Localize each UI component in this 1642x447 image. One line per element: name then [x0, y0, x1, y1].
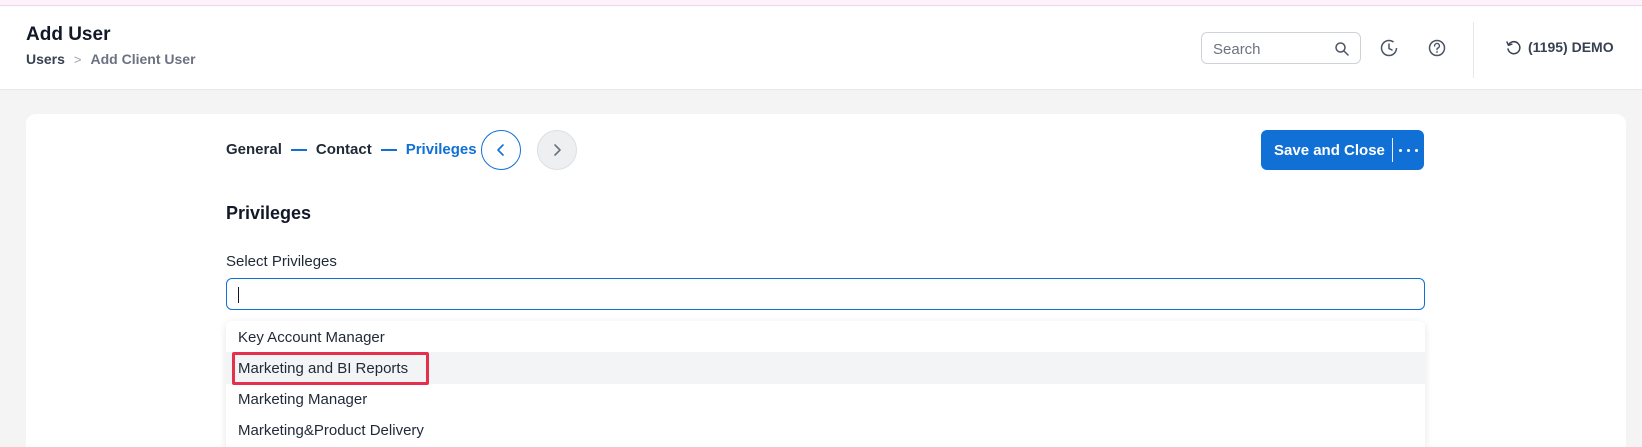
privileges-search-input[interactable] [237, 284, 1407, 304]
privileges-field-label: Select Privileges [226, 253, 337, 270]
step-privileges[interactable]: Privileges [406, 141, 477, 158]
privileges-select[interactable] [226, 278, 1425, 310]
dropdown-option-label: Marketing&Product Delivery [238, 422, 424, 439]
breadcrumb-users-link[interactable]: Users [26, 51, 65, 67]
save-and-close-button[interactable]: Save and Close [1261, 142, 1385, 159]
dropdown-option-label: Key Account Manager [238, 329, 385, 346]
switch-account-icon [1506, 40, 1521, 55]
dropdown-option-label: Marketing and BI Reports [238, 360, 409, 377]
wizard-steps: General Contact Privileges [226, 141, 477, 158]
privileges-dropdown: Key Account Manager Marketing and BI Rep… [226, 321, 1425, 447]
header-search[interactable] [1201, 32, 1361, 64]
breadcrumb: Users > Add Client User [26, 51, 196, 67]
page-header: Add User Users > Add Client User (1195) … [0, 6, 1642, 90]
save-button-divider [1391, 138, 1393, 162]
ellipsis-icon [1398, 148, 1402, 152]
header-divider [1473, 22, 1474, 78]
dropdown-option[interactable]: Marketing&Product Delivery [226, 414, 1425, 446]
previous-step-button[interactable] [481, 130, 521, 170]
save-button-group: Save and Close [1261, 130, 1424, 170]
chevron-left-icon [497, 144, 504, 156]
search-input[interactable] [1213, 39, 1331, 59]
help-icon[interactable] [1426, 37, 1448, 59]
dropdown-option-label: Marketing Manager [238, 391, 368, 408]
history-icon[interactable] [1378, 37, 1400, 59]
dropdown-option[interactable]: Key Account Manager [226, 321, 1425, 353]
section-title: Privileges [226, 203, 312, 223]
step-contact[interactable]: Contact [316, 141, 372, 158]
step-connector [290, 148, 307, 151]
next-step-button[interactable] [537, 130, 577, 170]
chevron-right-icon [554, 144, 561, 156]
dropdown-option[interactable]: Marketing and BI Reports [226, 352, 1425, 384]
search-icon[interactable] [1334, 41, 1350, 57]
page-title: Add User [26, 24, 111, 45]
dropdown-option[interactable]: Marketing Manager [226, 383, 1425, 415]
account-switcher[interactable]: (1195) DEMO [1504, 38, 1614, 56]
step-connector [380, 148, 397, 151]
breadcrumb-separator: > [73, 51, 82, 67]
account-label: (1195) DEMO [1528, 39, 1614, 55]
step-general[interactable]: General [226, 141, 282, 158]
breadcrumb-current: Add Client User [90, 51, 196, 67]
text-caret [238, 287, 239, 303]
more-options-button[interactable] [1393, 130, 1424, 170]
